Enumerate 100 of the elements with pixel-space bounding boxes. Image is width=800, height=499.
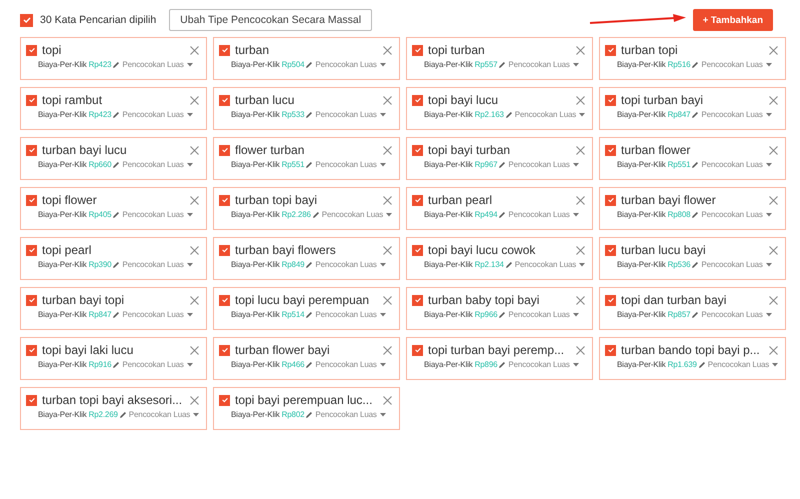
pencil-icon[interactable] [498, 160, 506, 168]
bid-link[interactable]: Rp966 [474, 310, 498, 319]
keyword-checkbox[interactable] [412, 144, 423, 156]
match-type-dropdown[interactable]: Pencocokan Luas [122, 260, 193, 269]
pencil-icon[interactable] [691, 310, 700, 318]
keyword-checkbox[interactable] [219, 244, 230, 256]
close-icon[interactable] [576, 96, 585, 104]
bid-link[interactable]: Rp551 [668, 160, 690, 169]
keyword-checkbox[interactable] [26, 144, 37, 156]
close-icon[interactable] [383, 346, 392, 354]
keyword-checkbox[interactable] [26, 394, 37, 406]
bid-link[interactable]: Rp847 [88, 310, 112, 319]
bid-link[interactable]: Rp802 [282, 410, 304, 419]
bid-link[interactable]: Rp405 [88, 210, 112, 219]
bid-link[interactable]: Rp808 [668, 210, 690, 219]
pencil-icon[interactable] [691, 260, 700, 268]
match-type-dropdown[interactable]: Pencocokan Luas [315, 60, 386, 69]
keyword-checkbox[interactable] [26, 294, 37, 306]
pencil-icon[interactable] [691, 160, 700, 168]
close-icon[interactable] [769, 96, 778, 104]
pencil-icon[interactable] [305, 60, 314, 68]
close-icon[interactable] [769, 46, 778, 54]
match-type-dropdown[interactable]: Pencocokan Luas [322, 210, 392, 219]
pencil-icon[interactable] [305, 160, 314, 168]
pencil-icon[interactable] [691, 110, 700, 118]
keyword-checkbox[interactable] [605, 294, 616, 306]
close-icon[interactable] [576, 346, 585, 354]
keyword-checkbox[interactable] [412, 244, 423, 256]
bid-link[interactable]: Rp551 [282, 160, 304, 169]
bid-link[interactable]: Rp849 [282, 260, 304, 269]
keyword-checkbox[interactable] [412, 94, 423, 106]
pencil-icon[interactable] [504, 260, 513, 268]
pencil-icon[interactable] [305, 310, 314, 318]
close-icon[interactable] [576, 246, 585, 254]
match-type-dropdown[interactable]: Pencocokan Luas [122, 310, 193, 319]
keyword-checkbox[interactable] [26, 344, 37, 356]
pencil-icon[interactable] [498, 60, 506, 68]
match-type-dropdown[interactable]: Pencocokan Luas [508, 210, 579, 219]
pencil-icon[interactable] [305, 360, 314, 368]
pencil-icon[interactable] [112, 360, 120, 368]
pencil-icon[interactable] [504, 110, 513, 118]
close-icon[interactable] [383, 396, 392, 404]
keyword-checkbox[interactable] [219, 294, 230, 306]
match-type-dropdown[interactable]: Pencocokan Luas [508, 310, 579, 319]
close-icon[interactable] [383, 46, 392, 54]
add-button[interactable]: + Tambahkan [692, 9, 773, 31]
keyword-checkbox[interactable] [219, 344, 230, 356]
keyword-checkbox[interactable] [412, 194, 423, 206]
close-icon[interactable] [190, 346, 199, 354]
keyword-checkbox[interactable] [605, 244, 616, 256]
match-type-dropdown[interactable]: Pencocokan Luas [315, 360, 386, 369]
close-icon[interactable] [190, 46, 199, 54]
pencil-icon[interactable] [112, 110, 120, 118]
keyword-checkbox[interactable] [412, 44, 423, 56]
keyword-checkbox[interactable] [26, 44, 37, 56]
close-icon[interactable] [383, 296, 392, 304]
close-icon[interactable] [576, 296, 585, 304]
keyword-checkbox[interactable] [219, 144, 230, 156]
bid-link[interactable]: Rp2.163 [474, 110, 504, 119]
bid-link[interactable]: Rp916 [88, 360, 112, 369]
pencil-icon[interactable] [112, 60, 120, 68]
match-type-dropdown[interactable]: Pencocokan Luas [701, 160, 772, 169]
pencil-icon[interactable] [691, 210, 700, 218]
close-icon[interactable] [769, 346, 778, 354]
match-type-dropdown[interactable]: Pencocokan Luas [508, 360, 579, 369]
close-icon[interactable] [190, 96, 199, 104]
match-type-dropdown[interactable]: Pencocokan Luas [701, 310, 772, 319]
bid-link[interactable]: Rp1.639 [668, 360, 697, 369]
bid-link[interactable]: Rp660 [88, 160, 112, 169]
bid-link[interactable]: Rp896 [474, 360, 498, 369]
close-icon[interactable] [576, 46, 585, 54]
match-type-dropdown[interactable]: Pencocokan Luas [708, 360, 778, 369]
bid-link[interactable]: Rp2.269 [88, 410, 118, 419]
close-icon[interactable] [576, 146, 585, 154]
keyword-checkbox[interactable] [219, 394, 230, 406]
keyword-checkbox[interactable] [26, 244, 37, 256]
keyword-checkbox[interactable] [219, 194, 230, 206]
pencil-icon[interactable] [498, 210, 506, 218]
close-icon[interactable] [769, 296, 778, 304]
match-type-dropdown[interactable]: Pencocokan Luas [122, 60, 193, 69]
pencil-icon[interactable] [305, 110, 314, 118]
bid-link[interactable]: Rp423 [88, 60, 112, 69]
keyword-checkbox[interactable] [412, 294, 423, 306]
bid-link[interactable]: Rp423 [88, 110, 112, 119]
pencil-icon[interactable] [112, 260, 120, 268]
close-icon[interactable] [190, 296, 199, 304]
match-type-dropdown[interactable]: Pencocokan Luas [122, 110, 193, 119]
bid-link[interactable]: Rp514 [282, 310, 304, 319]
close-icon[interactable] [769, 196, 778, 204]
match-type-dropdown[interactable]: Pencocokan Luas [315, 160, 386, 169]
bid-link[interactable]: Rp2.286 [282, 210, 311, 219]
close-icon[interactable] [383, 246, 392, 254]
close-icon[interactable] [383, 196, 392, 204]
bid-link[interactable]: Rp533 [282, 110, 304, 119]
match-type-dropdown[interactable]: Pencocokan Luas [122, 160, 193, 169]
bid-link[interactable]: Rp857 [668, 310, 690, 319]
close-icon[interactable] [190, 246, 199, 254]
bid-link[interactable]: Rp2.134 [474, 260, 504, 269]
close-icon[interactable] [769, 146, 778, 154]
match-type-dropdown[interactable]: Pencocokan Luas [701, 110, 772, 119]
